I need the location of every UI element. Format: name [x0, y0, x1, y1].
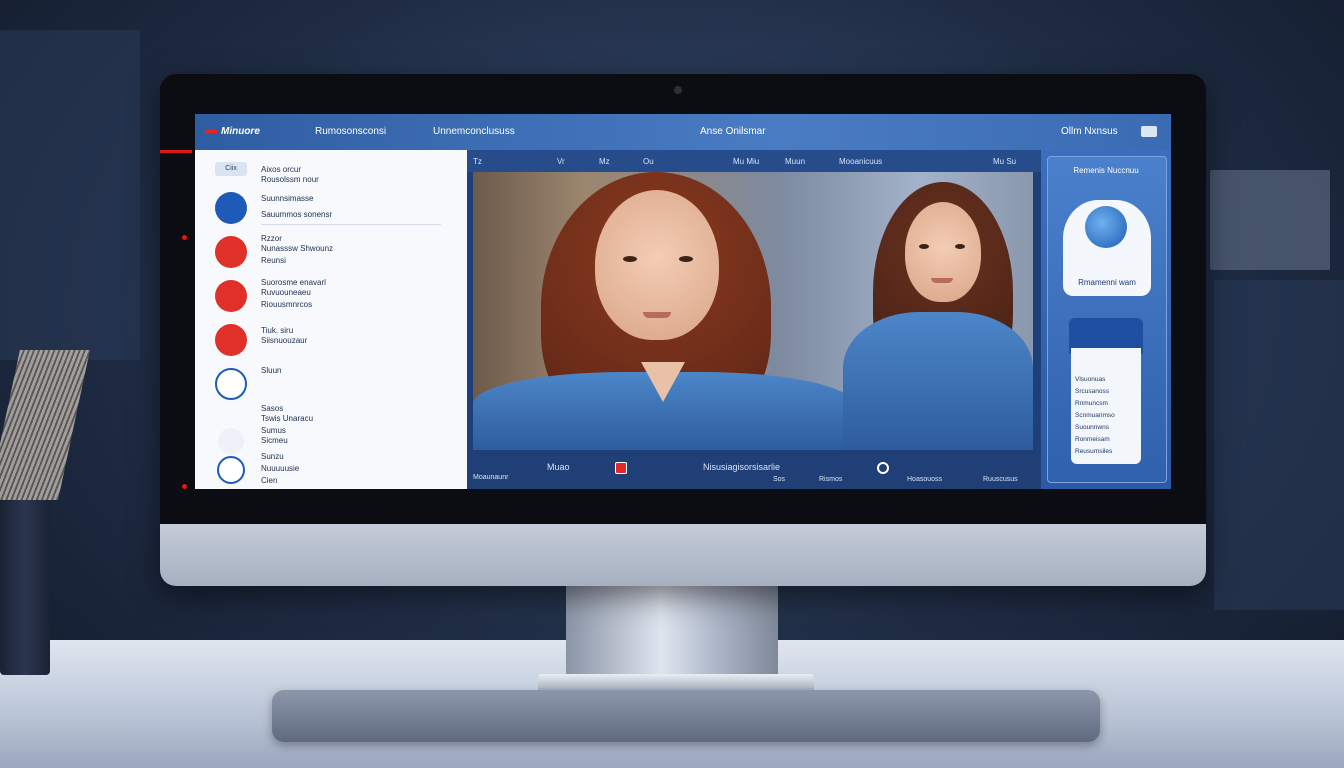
- background-shelf-left: [0, 30, 140, 360]
- sidebar-header-line: Aixos orcur: [261, 165, 302, 174]
- pencils: [0, 350, 90, 500]
- sidebar-search[interactable]: Ciix: [215, 162, 247, 176]
- contact-name: Sluun: [261, 366, 282, 375]
- contact-detail: Nunasssw Shwounz: [261, 244, 334, 253]
- search-label: Ciix: [225, 165, 237, 172]
- control-label[interactable]: Rismos: [819, 476, 842, 483]
- call-controls: Moaunaunr Muao Nisusiagisorsisarlie Sos …: [467, 450, 1041, 489]
- record-icon[interactable]: [615, 462, 627, 474]
- toolbar-label[interactable]: Mooanicuus: [839, 157, 882, 166]
- monitor-chin: [160, 524, 1206, 586]
- mute-button[interactable]: Muao: [547, 462, 570, 472]
- window-title: Anse Onilsmar: [700, 126, 766, 137]
- monitor: Minuore Rumosonsconsi Unnemconclususs An…: [160, 74, 1206, 586]
- contact-name: Sasos: [261, 404, 284, 413]
- app-header: Minuore Rumosonsconsi Unnemconclususs An…: [195, 114, 1171, 150]
- contact-item[interactable]: Suunnsimasse Sauummos sonensr: [195, 186, 467, 230]
- contacts-sidebar: Ciix Aixos orcur Rousolssm nour Suunnsim…: [195, 150, 468, 489]
- participant-mouth: [643, 312, 671, 318]
- note-line: Vlsuonuas: [1075, 376, 1106, 383]
- participant-eye: [623, 256, 637, 262]
- video-feed: [473, 172, 1033, 450]
- background-shelf-right: [1214, 280, 1344, 610]
- contact-name: Suunnsimasse: [261, 194, 314, 203]
- contact-detail: Siisnuouzaur: [261, 336, 308, 345]
- profile-icon: [1085, 206, 1127, 248]
- contact-avatar-icon: [215, 324, 247, 356]
- note-line: Suounnwns: [1075, 424, 1109, 431]
- user-label[interactable]: Ollm Nxnsus: [1061, 126, 1118, 137]
- sidebar-header-line: Rousolssm nour: [261, 175, 319, 184]
- contact-detail: Sicmeu: [261, 436, 288, 445]
- contact-name: Rzzor: [261, 234, 282, 243]
- control-label[interactable]: Sos: [773, 476, 785, 483]
- note-line: Rnmuncsm: [1075, 400, 1108, 407]
- contact-name: Sumus: [261, 426, 286, 435]
- participant-mouth: [931, 278, 953, 283]
- contact-status: Reunsi: [261, 256, 286, 265]
- contact-avatar-icon: [215, 236, 247, 268]
- window-button[interactable]: [1141, 126, 1157, 137]
- toolbar-label[interactable]: Ou: [643, 157, 654, 166]
- participant-eye: [679, 256, 693, 262]
- toolbar-label[interactable]: Vr: [557, 157, 565, 166]
- participant-main: [473, 172, 853, 450]
- contact-avatar-icon: [217, 456, 245, 484]
- contact-detail: Nuuuuusie: [261, 464, 300, 473]
- contact-item[interactable]: Tiuk. siru Siisnuouzaur: [195, 318, 467, 362]
- contact-item[interactable]: Sunzu Nuuuuusie Cien: [195, 450, 467, 489]
- app-screen: Minuore Rumosonsconsi Unnemconclususs An…: [195, 114, 1171, 489]
- toolbar-label[interactable]: Mu Miu: [733, 157, 759, 166]
- call-status: Moaunaunr: [473, 474, 509, 481]
- phone-icon: [215, 192, 247, 224]
- contact-item[interactable]: Suorosme enavarl Ruvuouneaeu Riouusmnrco…: [195, 274, 467, 318]
- contact-name: Suorosme enavarl: [261, 278, 326, 287]
- video-call-area: Tz Vr Mz Ou Mu Miu Muun Mooanicuus Mu Su: [467, 150, 1041, 489]
- control-label[interactable]: Ruuscusus: [983, 476, 1018, 483]
- contact-detail: Sauummos sonensr: [261, 210, 333, 219]
- control-label[interactable]: Hoasouoss: [907, 476, 942, 483]
- participant-eye: [955, 244, 965, 249]
- video-toolbar: Tz Vr Mz Ou Mu Miu Muun Mooanicuus Mu Su: [467, 150, 1041, 172]
- background-window: [1210, 170, 1330, 270]
- note-line: Srcusanoss: [1075, 388, 1109, 395]
- contact-name: Sunzu: [261, 452, 284, 461]
- note-line: Ronmeisam: [1075, 436, 1110, 443]
- profile-label: Rmamenni wam: [1078, 278, 1136, 287]
- participant-neck: [641, 362, 685, 402]
- contact-item[interactable]: Rzzor Nunasssw Shwounz Reunsi: [195, 230, 467, 274]
- nav-link[interactable]: Rumosonsconsi: [315, 126, 386, 137]
- participant-face: [905, 202, 981, 302]
- pencil-cup: [0, 500, 50, 675]
- participant-secondary: [843, 172, 1033, 450]
- participant-shirt: [843, 312, 1033, 450]
- recommendation-panel: Remenis Nuccnuu Rmamenni wam Vlsuonuas S…: [1041, 150, 1171, 489]
- app-name: Minuore: [221, 126, 260, 137]
- divider: [261, 224, 441, 225]
- toolbar-label[interactable]: Tz: [473, 157, 482, 166]
- toolbar-label[interactable]: Mz: [599, 157, 610, 166]
- toolbar-label[interactable]: Muun: [785, 157, 805, 166]
- note-line: Reusumsiles: [1075, 448, 1113, 455]
- note-line: Scnmuanmso: [1075, 412, 1115, 419]
- status-indicator: [182, 484, 187, 489]
- contact-detail: Ruvuouneaeu: [261, 288, 311, 297]
- contact-status: Riouusmnrcos: [261, 300, 313, 309]
- status-indicator: [182, 235, 187, 240]
- contact-avatar-icon: [215, 280, 247, 312]
- participant-eye: [919, 244, 929, 249]
- nav-link[interactable]: Unnemconclususs: [433, 126, 515, 137]
- call-title: Nisusiagisorsisarlie: [703, 462, 781, 472]
- webcam: [674, 86, 682, 94]
- panel-title: Remenis Nuccnuu: [1073, 166, 1139, 175]
- status-bar-accent: [160, 150, 192, 153]
- keyboard: [272, 690, 1100, 742]
- logo-icon: [205, 130, 217, 133]
- contact-name: Tiuk. siru: [261, 326, 294, 335]
- contact-status: Cien: [261, 476, 278, 485]
- camera-toggle-icon[interactable]: [877, 462, 889, 474]
- toolbar-label[interactable]: Mu Su: [993, 157, 1016, 166]
